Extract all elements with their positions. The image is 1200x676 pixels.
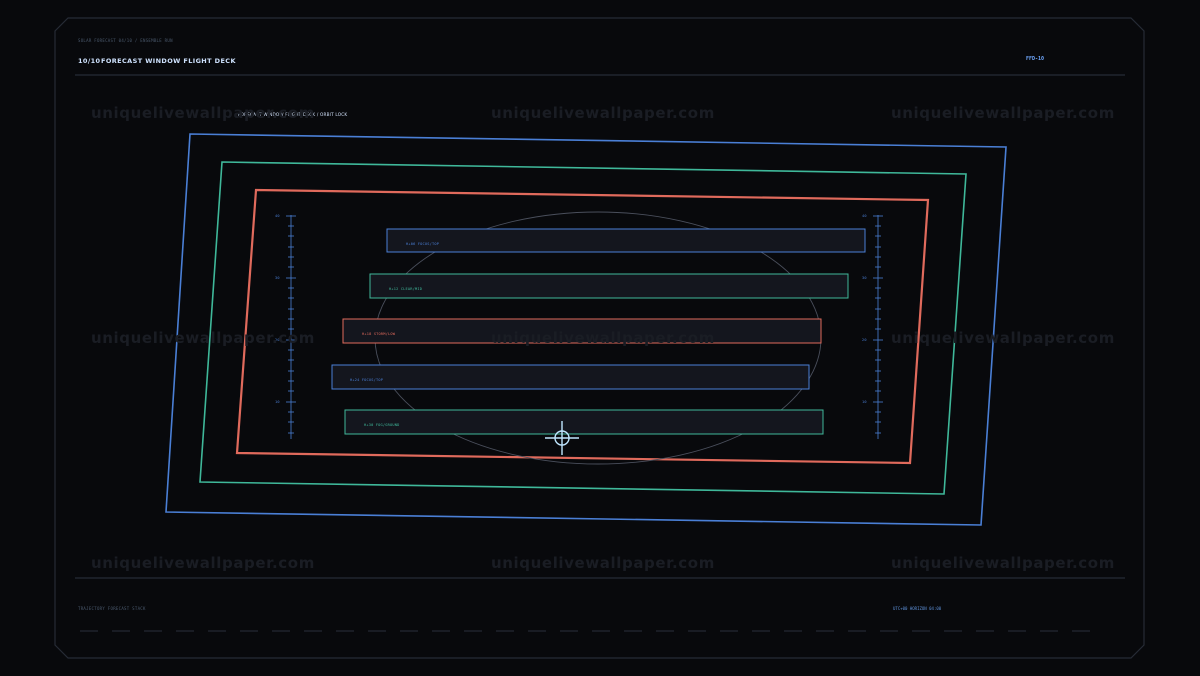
band-label-1: H+06 FOCUS/TOP (406, 242, 440, 246)
left-scale-label: 10 (275, 400, 280, 404)
watermark: uniquelivewallpaper.com (91, 554, 315, 572)
left-scale-label: 40 (275, 214, 280, 218)
right-scale-label: 40 (862, 214, 867, 218)
footer-left-label: TRAJECTORY FORECAST STACK (78, 606, 146, 611)
band-label-2: H+12 CLEAR/MID (389, 287, 423, 291)
right-altitude-scale (873, 215, 883, 439)
footer-right-label: UTC+00 HORIZON 04:00 (893, 606, 942, 611)
forecast-band-5[interactable] (344, 409, 824, 435)
page-title: FORECAST WINDOW FLIGHT DECK (101, 57, 236, 65)
header-subtitle: SOLAR FORECAST 04/10 / ENSEMBLE RUN (78, 38, 173, 43)
left-scale-label: 30 (275, 276, 280, 280)
watermark: uniquelivewallpaper.com (891, 104, 1115, 122)
watermark: uniquelivewallpaper.com (891, 329, 1115, 347)
deck-code: FFD-10 (1026, 56, 1045, 62)
watermark: uniquelivewallpaper.com (491, 329, 715, 347)
watermark: uniquelivewallpaper.com (491, 554, 715, 572)
forecast-band-1[interactable] (386, 228, 866, 253)
wallpaper-canvas: SOLAR FORECAST 04/10 / ENSEMBLE RUN 10/1… (0, 0, 1200, 676)
watermark: uniquelivewallpaper.com (91, 104, 315, 122)
watermark: uniquelivewallpaper.com (491, 104, 715, 122)
watermark: uniquelivewallpaper.com (891, 554, 1115, 572)
left-altitude-scale (286, 215, 296, 439)
band-label-4: H+24 FOCUS/TOP (350, 378, 384, 382)
page-index: 10/10 (78, 57, 101, 65)
right-scale-label: 10 (862, 400, 867, 404)
forecast-band-4[interactable] (331, 364, 810, 390)
band-label-5: H+30 FOG/GROUND (364, 423, 400, 427)
right-scale-label: 30 (862, 276, 867, 280)
watermark: uniquelivewallpaper.com (91, 329, 315, 347)
band-label-3: H+18 STORM/LOW (362, 332, 396, 336)
forecast-band-2[interactable] (369, 273, 849, 299)
right-scale-label: 20 (862, 338, 867, 342)
